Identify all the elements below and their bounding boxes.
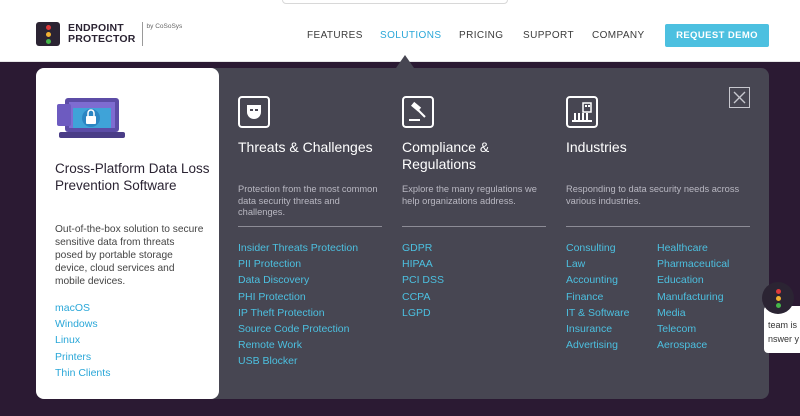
gavel-icon [402,96,434,128]
link-insurance[interactable]: Insurance [566,321,629,337]
link-windows[interactable]: Windows [55,316,110,332]
link-media[interactable]: Media [657,305,729,321]
link-source-code[interactable]: Source Code Protection [238,321,358,337]
url-strip [282,0,508,4]
link-ccpa[interactable]: CCPA [402,289,444,305]
compliance-divider [402,226,546,227]
threats-links: Insider Threats Protection PII Protectio… [238,240,358,370]
chat-line1: team is [768,320,798,330]
card-description: Out-of-the-box solution to secure sensit… [55,224,204,287]
link-ip-theft[interactable]: IP Theft Protection [238,305,358,321]
logo-byline: by CoSoSys [146,23,183,30]
link-phi[interactable]: PHI Protection [238,289,358,305]
chat-line2: nswer y [768,334,800,344]
nav-support[interactable]: SUPPORT [523,30,574,41]
mask-icon [238,96,270,128]
menu-caret [396,55,414,68]
link-usb-blocker[interactable]: USB Blocker [238,353,358,369]
threats-description: Protection from the most common data sec… [238,184,378,217]
link-accounting[interactable]: Accounting [566,272,629,288]
link-pii[interactable]: PII Protection [238,256,358,272]
link-education[interactable]: Education [657,272,729,288]
threats-divider [238,226,382,227]
logo-line2: PROTECTOR [68,33,136,45]
link-consulting[interactable]: Consulting [566,240,629,256]
card-title: Cross-Platform Data Loss Prevention Soft… [55,161,210,193]
link-telecom[interactable]: Telecom [657,321,729,337]
link-gdpr[interactable]: GDPR [402,240,444,256]
close-icon [733,91,746,104]
logo-divider [141,22,143,46]
compliance-title: Compliance & Regulations [402,139,490,172]
product-card: Cross-Platform Data Loss Prevention Soft… [36,68,219,399]
threats-title: Threats & Challenges [238,139,373,155]
logo[interactable]: ENDPOINT PROTECTOR by CoSoSys [36,22,182,46]
chat-avatar[interactable] [762,282,794,314]
nav-company[interactable]: COMPANY [592,30,645,41]
nav-features[interactable]: FEATURES [307,30,363,41]
link-linux[interactable]: Linux [55,332,110,348]
request-demo-button[interactable]: REQUEST DEMO [665,24,769,47]
platform-links: macOS Windows Linux Printers Thin Client… [55,300,110,381]
link-printers[interactable]: Printers [55,349,110,365]
nav-pricing[interactable]: PRICING [459,30,503,41]
industries-links-left: Consulting Law Accounting Finance IT & S… [566,240,629,353]
industries-description: Responding to data security needs across… [566,184,740,206]
link-insider-threats[interactable]: Insider Threats Protection [238,240,358,256]
link-pci-dss[interactable]: PCI DSS [402,272,444,288]
link-manufacturing[interactable]: Manufacturing [657,289,729,305]
link-macos[interactable]: macOS [55,300,110,316]
link-law[interactable]: Law [566,256,629,272]
industry-icon [566,96,598,128]
industries-divider [566,226,750,227]
link-healthcare[interactable]: Healthcare [657,240,729,256]
link-thin-clients[interactable]: Thin Clients [55,365,110,381]
industries-links-right: Healthcare Pharmaceutical Education Manu… [657,240,729,353]
link-it-software[interactable]: IT & Software [566,305,629,321]
link-remote-work[interactable]: Remote Work [238,337,358,353]
compliance-links: GDPR HIPAA PCI DSS CCPA LGPD [402,240,444,321]
compliance-description: Explore the many regulations we help org… [402,184,537,206]
link-advertising[interactable]: Advertising [566,337,629,353]
logo-text: ENDPOINT PROTECTOR [68,23,136,45]
traffic-light-icon [36,22,60,46]
nav-solutions[interactable]: SOLUTIONS [380,30,441,41]
link-lgpd[interactable]: LGPD [402,305,444,321]
chat-text: team is nswer y [768,318,799,346]
link-finance[interactable]: Finance [566,289,629,305]
laptop-lock-icon [57,98,125,138]
link-pharmaceutical[interactable]: Pharmaceutical [657,256,729,272]
industries-title: Industries [566,139,627,155]
close-menu-button[interactable] [729,87,750,108]
link-hipaa[interactable]: HIPAA [402,256,444,272]
link-data-discovery[interactable]: Data Discovery [238,272,358,288]
link-aerospace[interactable]: Aerospace [657,337,729,353]
